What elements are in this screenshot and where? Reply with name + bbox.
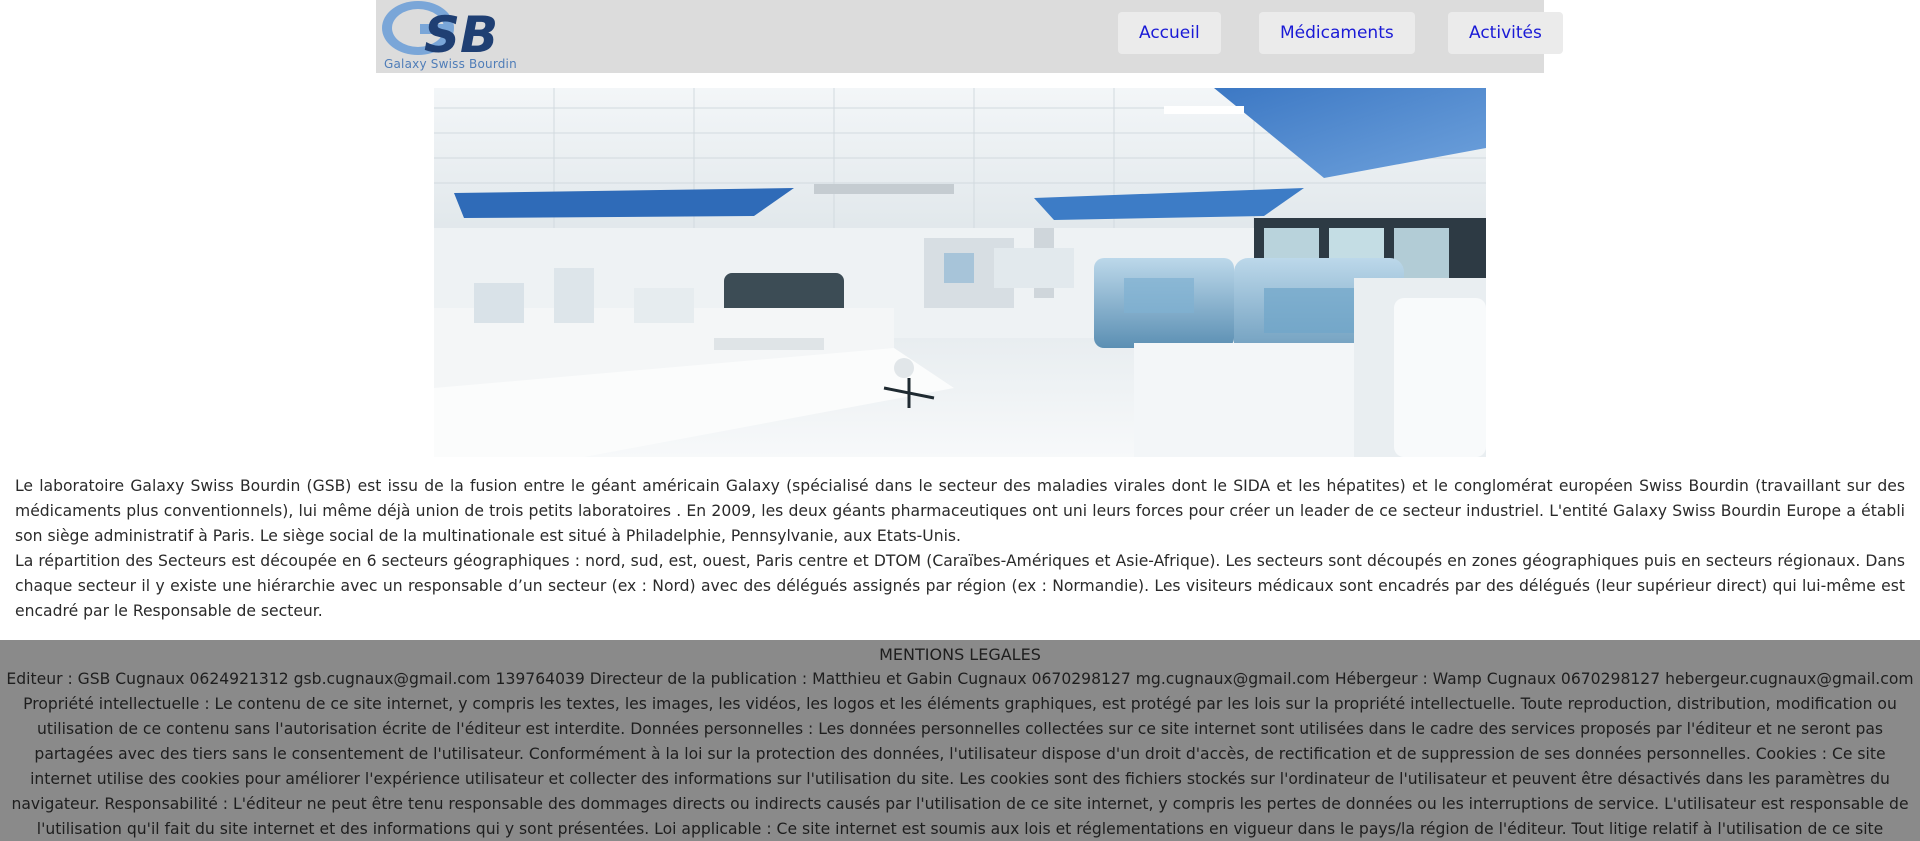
gsb-logo[interactable]: SB Galaxy Swiss Bourdin (376, 0, 536, 73)
footer-legal-text: Editeur : GSB Cugnaux 0624921312 gsb.cug… (6, 670, 1914, 838)
laboratory-photo (434, 88, 1486, 457)
site-header: SB Galaxy Swiss Bourdin Accueil Médicame… (376, 0, 1563, 73)
nav-activites-button[interactable]: Activités (1448, 12, 1563, 54)
laboratory-illustration (434, 88, 1486, 457)
nav-accueil-button[interactable]: Accueil (1118, 12, 1221, 54)
footer-title: MENTIONS LEGALES (879, 645, 1041, 664)
svg-text:SB: SB (424, 6, 498, 64)
intro-text: Le laboratoire Galaxy Swiss Bourdin (GSB… (15, 474, 1905, 624)
intro-paragraph-history: Le laboratoire Galaxy Swiss Bourdin (GSB… (15, 477, 1905, 545)
logo-caption: Galaxy Swiss Bourdin (384, 57, 517, 71)
intro-paragraph-sectors: La répartition des Secteurs est découpée… (15, 552, 1905, 620)
legal-footer: MENTIONS LEGALES Editeur : GSB Cugnaux 0… (0, 640, 1920, 841)
nav-medicaments-button[interactable]: Médicaments (1259, 12, 1415, 54)
